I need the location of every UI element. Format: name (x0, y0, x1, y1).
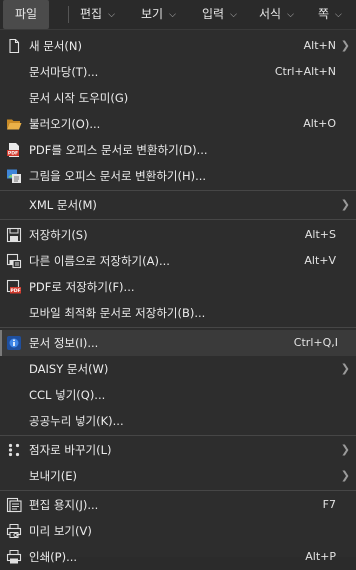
shortcut-label: Alt+P (305, 550, 336, 563)
menu-item-label: 문서 시작 도우미(G) (29, 91, 129, 105)
menu-item-label: CCL 넣기(Q)... (29, 388, 106, 402)
menu-item-save-mobile[interactable]: 모바일 최적화 문서로 저장하기(B)... (0, 300, 356, 326)
save-as-icon (6, 253, 22, 269)
menu-item-label: 그림을 오피스 문서로 변환하기(H)... (29, 169, 207, 183)
menu-item-label: 편집 용지(J)... (29, 498, 99, 512)
menu-page[interactable]: 쪽 ⌵ (318, 0, 342, 29)
shortcut-label: Alt+V (304, 254, 336, 267)
menu-file-label: 파일 (15, 7, 38, 21)
menu-item-kogl[interactable]: 공공누리 넣기(K)... (0, 408, 356, 434)
info-icon (7, 336, 21, 350)
menu-item-label: 저장하기(S) (29, 228, 88, 242)
menubar-divider (68, 6, 69, 23)
shortcut-label: Ctrl+Alt+N (274, 65, 336, 78)
print-icon (6, 550, 22, 564)
menu-separator (0, 490, 356, 491)
menu-format[interactable]: 서식 ⌵ (259, 0, 294, 29)
menu-item-pdf-to-office[interactable]: PDF PDF를 오피스 문서로 변환하기(D)... (0, 137, 356, 163)
submenu-arrow-icon: ❯ (340, 39, 350, 52)
menu-item-label: 공공누리 넣기(K)... (29, 414, 124, 428)
chevron-down-icon: ⌵ (287, 10, 294, 20)
menu-item-label: 문서마당(T)... (29, 65, 99, 79)
menu-input-label: 입력 (202, 7, 225, 21)
menu-separator (0, 219, 356, 220)
menu-item-label: 인쇄(P)... (29, 550, 78, 564)
svg-text:PDF: PDF (10, 288, 20, 294)
shortcut-label: F7 (322, 498, 336, 511)
menu-separator (0, 435, 356, 436)
menu-view[interactable]: 보기 ⌵ (141, 0, 176, 29)
menu-file[interactable]: 파일 (3, 0, 50, 29)
menu-edit[interactable]: 편집 ⌵ (80, 0, 115, 29)
print-preview-icon (6, 524, 22, 538)
menu-item-template[interactable]: 문서마당(T)... Ctrl+Alt+N (0, 59, 356, 85)
file-menu-dropdown: 새 문서(N) Alt+N ❯ 문서마당(T)... Ctrl+Alt+N 문서… (0, 30, 356, 564)
menu-item-open[interactable]: 불러오기(O)... Alt+O (0, 111, 356, 137)
menu-item-start-wizard[interactable]: 문서 시작 도우미(G) (0, 85, 356, 111)
menu-item-label: 문서 정보(I)... (29, 336, 99, 350)
menu-item-braille[interactable]: 점자로 바꾸기(L) ❯ (0, 437, 356, 463)
menu-page-label: 쪽 (318, 7, 330, 21)
save-icon (6, 227, 22, 243)
pdf-convert-icon: PDF (7, 143, 19, 157)
menu-item-new-document[interactable]: 새 문서(N) Alt+N ❯ (0, 33, 356, 59)
chevron-down-icon: ⌵ (230, 10, 237, 20)
menu-separator (0, 190, 356, 191)
image-convert-icon (7, 169, 21, 183)
menu-item-print[interactable]: 인쇄(P)... Alt+P (0, 544, 356, 570)
submenu-arrow-icon: ❯ (340, 469, 350, 482)
menu-item-ccl[interactable]: CCL 넣기(Q)... (0, 382, 356, 408)
shortcut-label: Alt+N (303, 39, 336, 52)
menu-item-save-pdf[interactable]: PDF PDF로 저장하기(F)... (0, 274, 356, 300)
menu-item-page-setup[interactable]: 편집 용지(J)... F7 (0, 492, 356, 518)
menu-item-document-info[interactable]: 문서 정보(I)... Ctrl+Q,I (0, 330, 356, 356)
svg-text:PDF: PDF (8, 151, 18, 157)
menu-item-label: PDF로 저장하기(F)... (29, 280, 135, 294)
menu-item-label: 다른 이름으로 저장하기(A)... (29, 254, 170, 268)
menu-item-label: 새 문서(N) (29, 39, 82, 53)
new-document-icon (9, 38, 20, 54)
menu-input[interactable]: 입력 ⌵ (202, 0, 237, 29)
pdf-save-icon: PDF (6, 279, 21, 294)
menu-item-label: 점자로 바꾸기(L) (29, 443, 112, 457)
shortcut-label: Ctrl+Q,I (293, 336, 338, 349)
menu-item-image-to-office[interactable]: 그림을 오피스 문서로 변환하기(H)... (0, 163, 356, 189)
folder-open-icon (7, 119, 22, 130)
submenu-arrow-icon: ❯ (340, 443, 350, 456)
menu-item-label: DAISY 문서(W) (29, 362, 109, 376)
submenu-arrow-icon: ❯ (340, 362, 350, 375)
menu-item-label: 모바일 최적화 문서로 저장하기(B)... (29, 306, 206, 320)
menu-item-save[interactable]: 저장하기(S) Alt+S (0, 222, 356, 248)
menu-view-label: 보기 (141, 7, 164, 21)
submenu-arrow-icon: ❯ (340, 198, 350, 211)
chevron-down-icon: ⌵ (108, 10, 115, 20)
menu-item-xml-document[interactable]: XML 문서(M) ❯ (0, 192, 356, 218)
shortcut-label: Alt+S (304, 228, 336, 241)
menu-bar: 파일 편집 ⌵ 보기 ⌵ 입력 ⌵ 서식 ⌵ 쪽 ⌵ (0, 0, 356, 30)
menu-separator (0, 327, 356, 328)
menu-item-label: PDF를 오피스 문서로 변환하기(D)... (29, 143, 208, 157)
menu-item-send[interactable]: 보내기(E) ❯ (0, 463, 356, 489)
menu-item-label: 불러오기(O)... (29, 117, 101, 131)
menu-item-daisy[interactable]: DAISY 문서(W) ❯ (0, 356, 356, 382)
menu-item-label: 보내기(E) (29, 469, 77, 483)
page-setup-icon (6, 497, 22, 513)
menu-format-label: 서식 (259, 7, 282, 21)
menu-item-label: 미리 보기(V) (29, 524, 92, 538)
menu-edit-label: 편집 (80, 7, 103, 21)
menu-item-save-as[interactable]: 다른 이름으로 저장하기(A)... Alt+V (0, 248, 356, 274)
chevron-down-icon: ⌵ (169, 10, 176, 20)
menu-item-label: XML 문서(M) (29, 198, 97, 212)
braille-icon (8, 443, 20, 457)
menu-item-preview[interactable]: 미리 보기(V) (0, 518, 356, 544)
chevron-down-icon: ⌵ (335, 10, 342, 20)
shortcut-label: Alt+O (303, 117, 336, 130)
